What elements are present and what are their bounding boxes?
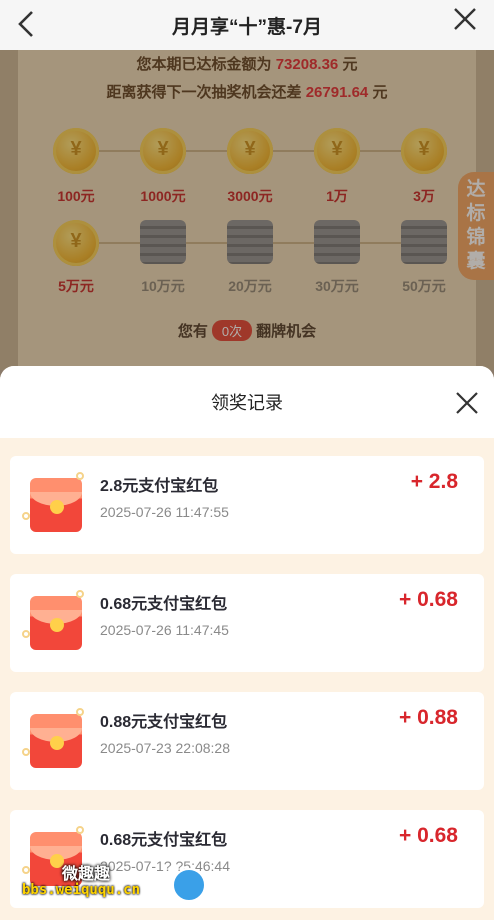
close-icon[interactable] [454, 390, 480, 416]
watermark-url: bbs.weiququ.cn [22, 882, 141, 898]
record-amount: + 0.68 [399, 588, 458, 611]
record-name: 0.68元支付宝红包 [100, 596, 228, 613]
top-bar: 月月享“十”惠-7月 [0, 0, 494, 50]
sparkle-dot [76, 590, 84, 598]
sheet-title: 领奖记录 [211, 393, 283, 413]
modal-overlay[interactable] [0, 50, 494, 370]
watermark: 微趣趣 bbs.weiququ.cn [22, 860, 222, 910]
record-time: 2025-07-26 11:47:45 [100, 622, 229, 638]
record-item: 2.8元支付宝红包 2025-07-26 11:47:55 + 2.8 [10, 456, 484, 554]
red-envelope-icon [30, 596, 82, 650]
sparkle-dot [76, 708, 84, 716]
close-icon[interactable] [452, 6, 478, 32]
sparkle-dot [76, 472, 84, 480]
record-amount: + 2.8 [410, 470, 458, 493]
record-name: 0.88元支付宝红包 [100, 714, 228, 731]
page-title: 月月享“十”惠-7月 [172, 16, 322, 38]
red-envelope-icon [30, 478, 82, 532]
watermark-title: 微趣趣 [62, 866, 111, 883]
record-item: 0.88元支付宝红包 2025-07-23 22:08:28 + 0.88 [10, 692, 484, 790]
prize-record-sheet: 领奖记录 2.8元支付宝红包 2025-07-26 11:47:55 + 2.8… [0, 366, 494, 920]
record-amount: + 0.88 [399, 706, 458, 729]
record-name: 2.8元支付宝红包 [100, 478, 219, 495]
watermark-logo-icon [172, 868, 206, 902]
record-amount: + 0.68 [399, 824, 458, 847]
record-item: 0.68元支付宝红包 2025-07-26 11:47:45 + 0.68 [10, 574, 484, 672]
red-envelope-icon [30, 714, 82, 768]
sparkle-dot [22, 630, 30, 638]
record-name: 0.68元支付宝红包 [100, 832, 228, 849]
background-page: 您本期已达标金额为 73208.36 元 距离获得下一次抽奖机会还差 26791… [0, 50, 494, 370]
record-time: 2025-07-23 22:08:28 [100, 740, 230, 756]
back-arrow-icon[interactable] [14, 8, 44, 40]
sparkle-dot [22, 512, 30, 520]
record-time: 2025-07-26 11:47:55 [100, 504, 229, 520]
sparkle-dot [76, 826, 84, 834]
sheet-header: 领奖记录 [0, 366, 494, 438]
sparkle-dot [22, 748, 30, 756]
